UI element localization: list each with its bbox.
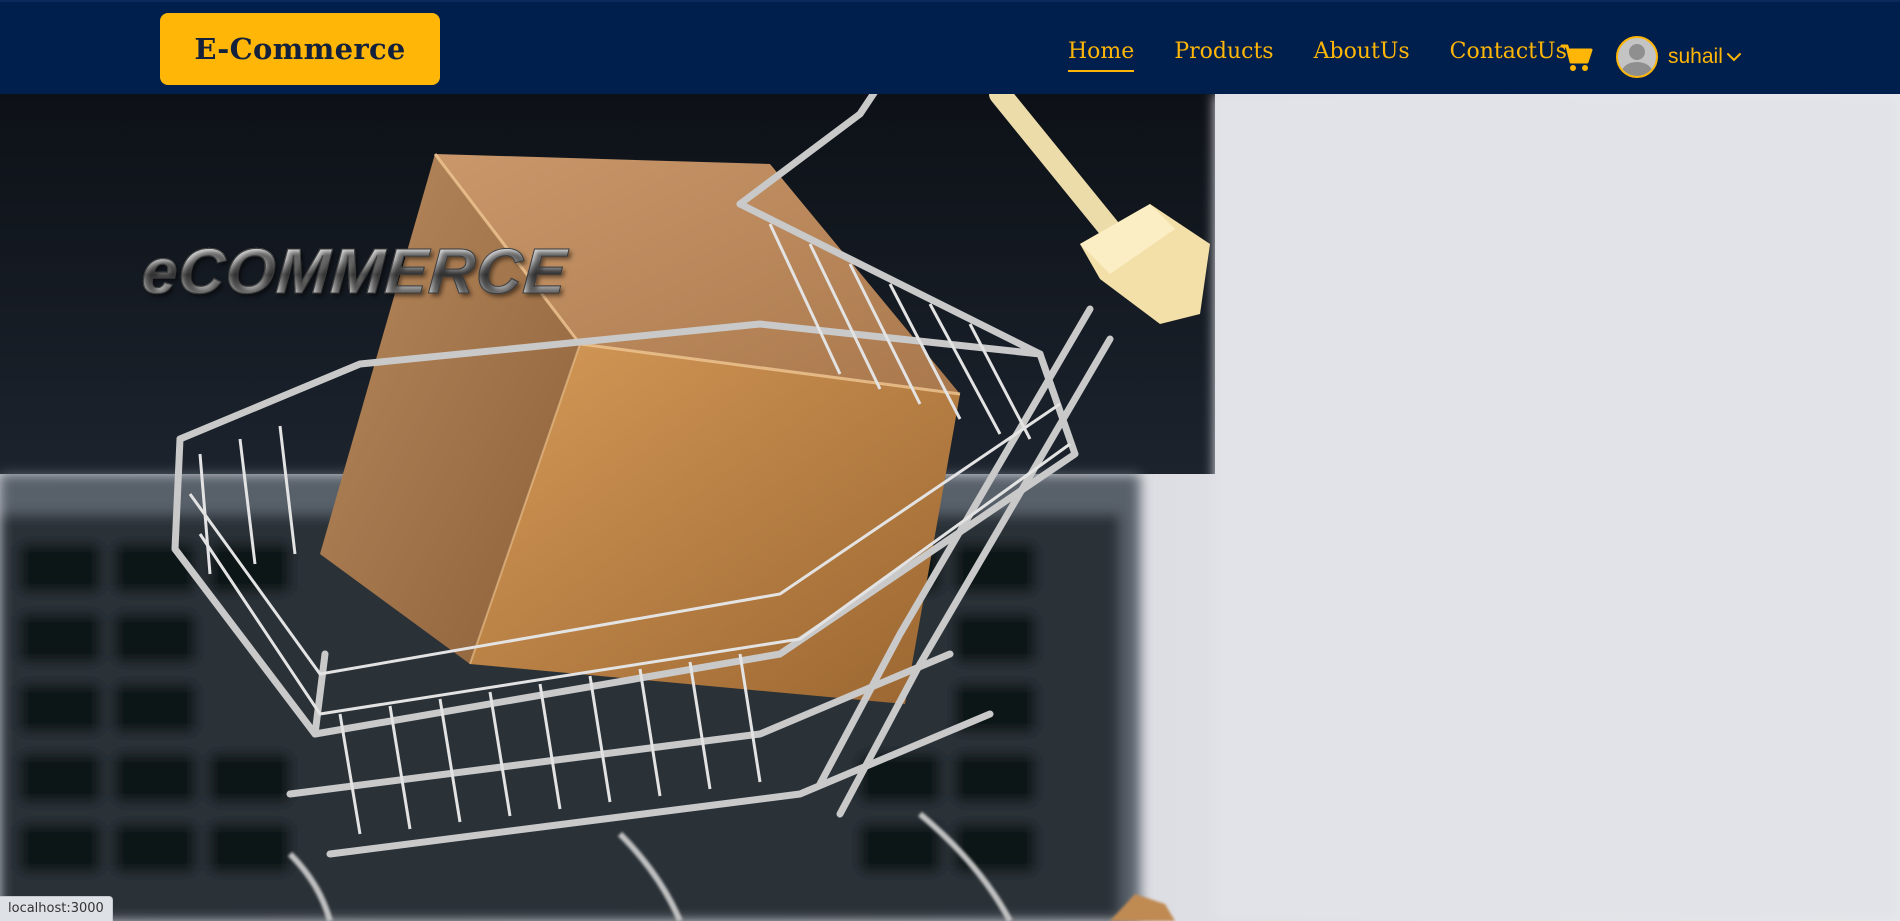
nav-link-contactus[interactable]: ContactUs: [1450, 38, 1567, 72]
hero-cart-image: [0, 94, 1900, 921]
user-avatar-icon: [1616, 36, 1658, 78]
main-nav: Home Products AboutUs ContactUs: [1068, 38, 1607, 72]
top-navbar: E-Commerce Home Products AboutUs Contact…: [0, 0, 1900, 94]
nav-link-products[interactable]: Products: [1174, 38, 1273, 72]
page: E-Commerce Home Products AboutUs Contact…: [0, 0, 1900, 921]
user-menu[interactable]: suhail: [1616, 36, 1742, 78]
cart-icon[interactable]: [1560, 40, 1594, 74]
nav-link-home[interactable]: Home: [1068, 38, 1135, 72]
hero-title: eCOMMERCE: [139, 235, 570, 308]
nav-link-aboutus[interactable]: AboutUs: [1314, 38, 1410, 72]
user-name: suhail: [1668, 45, 1723, 68]
brand-logo-button[interactable]: E-Commerce: [160, 13, 440, 85]
hero-banner: eCOMMERCE: [0, 94, 1900, 921]
chevron-down-icon: [1726, 53, 1741, 62]
browser-status-url: localhost:3000: [0, 896, 113, 921]
